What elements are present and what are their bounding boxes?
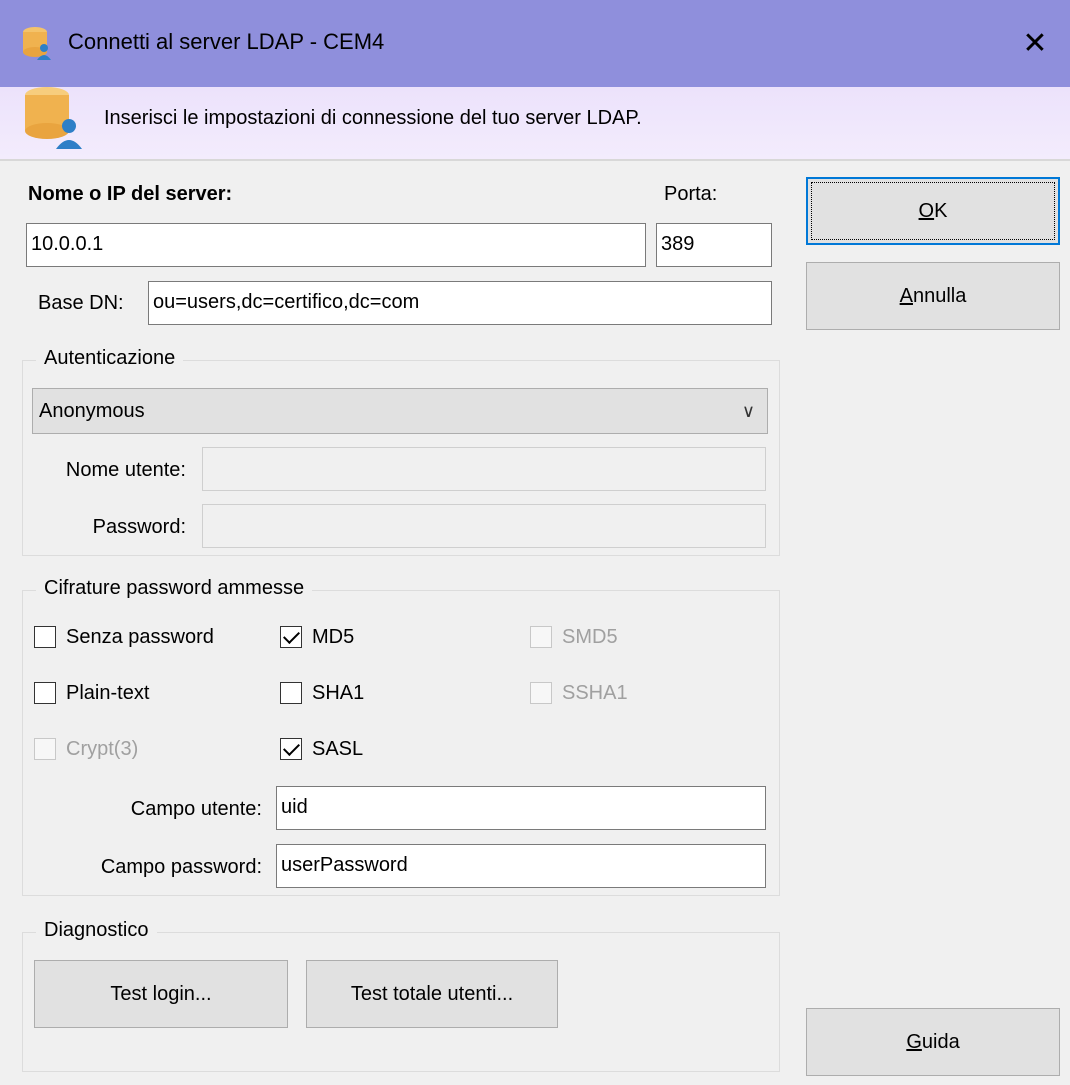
password-label: Password: <box>92 516 186 538</box>
username-input[interactable] <box>202 447 766 491</box>
checkbox-label: Crypt(3) <box>66 738 139 760</box>
password-field-label: Campo password: <box>100 856 262 878</box>
help-mnemonic: G <box>906 1031 922 1053</box>
title-bar: Connetti al server LDAP - CEM4 ✕ <box>0 0 1070 87</box>
banner-text: Inserisci le impostazioni di connessione… <box>104 107 642 129</box>
user-field-label: Campo utente: <box>130 798 262 820</box>
password-input[interactable] <box>202 504 766 548</box>
window-title: Connetti al server LDAP - CEM4 <box>68 29 385 54</box>
server-host-input[interactable]: 10.0.0.1 <box>26 223 646 267</box>
database-user-icon <box>23 27 51 60</box>
help-button[interactable]: Guida <box>806 1008 1060 1076</box>
diagnostics-group-title: Diagnostico <box>36 919 157 942</box>
ok-button[interactable]: OK <box>806 177 1060 245</box>
checkbox-label: SMD5 <box>562 626 618 648</box>
auth-group-title: Autenticazione <box>36 347 184 370</box>
auth-method-value: Anonymous <box>39 400 145 422</box>
checkbox-box <box>280 682 302 704</box>
close-icon[interactable]: ✕ <box>1000 0 1070 87</box>
checkbox-sasl[interactable]: SASL <box>280 734 400 764</box>
checkbox-label: SHA1 <box>312 682 365 704</box>
checkbox-plain-text[interactable]: Plain-text <box>34 678 244 708</box>
auth-method-select[interactable]: Anonymous ∨ <box>32 388 768 434</box>
checkbox-label: Senza password <box>66 626 214 648</box>
checkbox-box <box>530 626 552 648</box>
cancel-label-rest: nnulla <box>912 285 967 307</box>
user-field-input[interactable]: uid <box>276 786 766 830</box>
database-user-icon <box>25 87 82 149</box>
header-banner: Inserisci le impostazioni di connessione… <box>0 87 1070 161</box>
checkbox-senza-password[interactable]: Senza password <box>34 622 244 652</box>
port-label: Porta: <box>664 183 718 205</box>
cancel-mnemonic: A <box>899 285 913 307</box>
basedn-input[interactable]: ou=users,dc=certifico,dc=com <box>148 281 772 325</box>
server-host-label: Nome o IP del server: <box>28 183 233 205</box>
password-field-input[interactable]: userPassword <box>276 844 766 888</box>
ok-label-rest: K <box>934 200 948 222</box>
checkbox-box <box>34 626 56 648</box>
checkbox-ssha1[interactable]: SSHA1 <box>530 678 650 708</box>
checkbox-box <box>530 682 552 704</box>
cancel-button[interactable]: Annulla <box>806 262 1060 330</box>
port-input[interactable]: 389 <box>656 223 772 267</box>
basedn-label: Base DN: <box>38 292 124 314</box>
checkbox-label: MD5 <box>312 626 355 648</box>
checkbox-box <box>280 626 302 648</box>
ok-mnemonic: O <box>918 200 935 222</box>
test-total-users-button[interactable]: Test totale utenti... <box>306 960 558 1028</box>
checkbox-label: SASL <box>312 738 364 760</box>
checkbox-sha1[interactable]: SHA1 <box>280 678 400 708</box>
checkbox-label: Plain-text <box>66 682 150 704</box>
checkbox-smd5[interactable]: SMD5 <box>530 622 650 652</box>
checkbox-box <box>34 682 56 704</box>
checkbox-crypt3[interactable]: Crypt(3) <box>34 734 244 764</box>
help-label-rest: uida <box>921 1031 960 1053</box>
ciphers-group-title: Cifrature password ammesse <box>36 577 313 600</box>
test-login-button[interactable]: Test login... <box>34 960 288 1028</box>
chevron-down-icon: ∨ <box>741 401 755 421</box>
checkbox-box <box>34 738 56 760</box>
checkbox-md5[interactable]: MD5 <box>280 622 400 652</box>
username-label: Nome utente: <box>65 459 186 481</box>
checkbox-label: SSHA1 <box>562 682 628 704</box>
checkbox-box <box>280 738 302 760</box>
